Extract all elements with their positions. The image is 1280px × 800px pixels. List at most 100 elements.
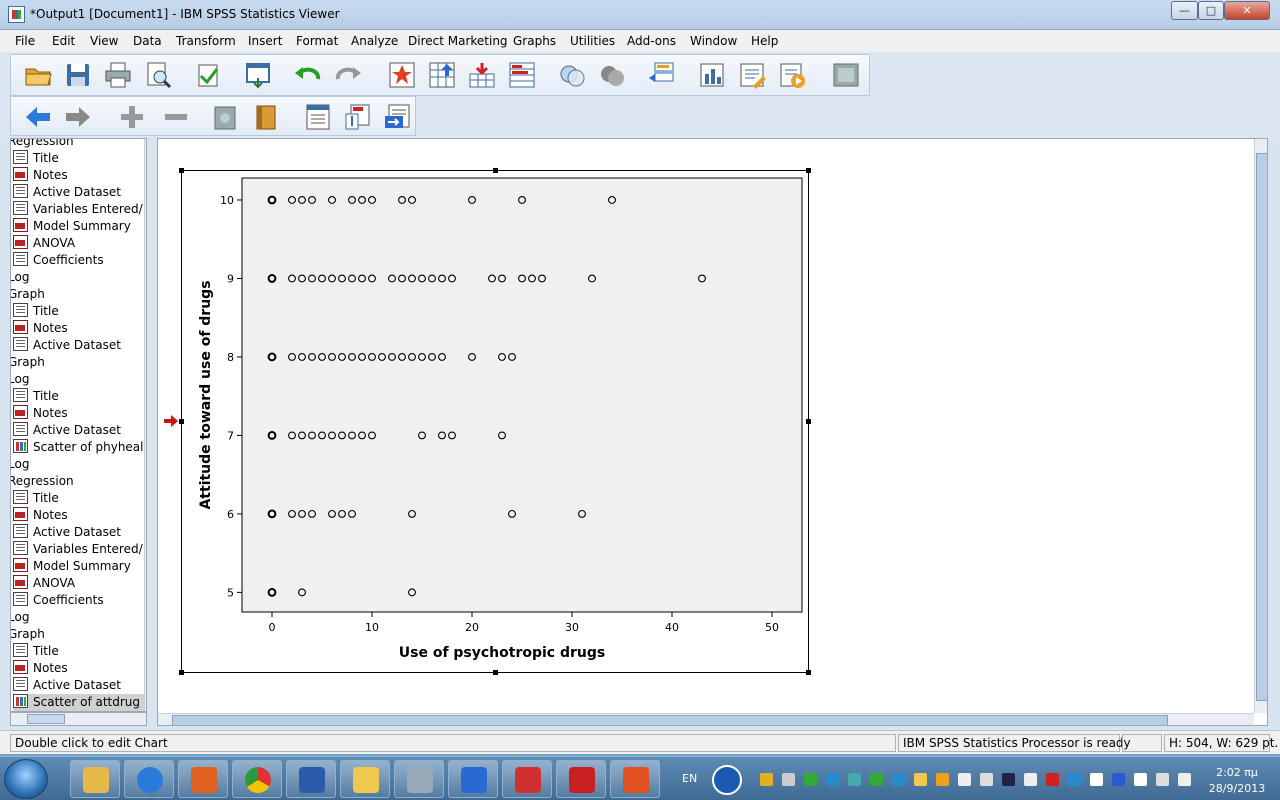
print-preview-icon[interactable] <box>143 60 173 90</box>
print-icon[interactable] <box>103 60 133 90</box>
output-spreadsheet-icon[interactable] <box>697 60 727 90</box>
taskbar-media[interactable] <box>178 760 228 798</box>
insert-text-icon[interactable] <box>383 102 413 132</box>
collapse-minus-icon[interactable] <box>161 102 191 132</box>
sync-icon[interactable] <box>804 773 817 786</box>
clock-time[interactable]: 2:02 πμ <box>1202 766 1272 779</box>
power-icon[interactable] <box>1156 773 1169 786</box>
outline-item[interactable]: Log <box>11 371 29 388</box>
taskbar-app[interactable] <box>502 760 552 798</box>
maximize-button[interactable]: □ <box>1198 1 1224 20</box>
outline-item[interactable]: Coefficients <box>13 592 104 609</box>
flag-icon[interactable] <box>958 773 971 786</box>
outline-pane[interactable]: Regression Title Notes Active Dataset Variab… <box>10 138 147 712</box>
forward-arrow-icon[interactable] <box>63 102 93 132</box>
outline-hscroll-thumb[interactable] <box>27 714 65 724</box>
redo-icon[interactable] <box>333 60 363 90</box>
menu-direct-marketing[interactable]: Direct Marketing <box>408 34 508 48</box>
outline-item[interactable]: Title <box>13 490 59 507</box>
outline-item[interactable]: Active Dataset <box>13 422 121 439</box>
start-button[interactable] <box>4 759 48 799</box>
menu-view[interactable]: View <box>90 34 118 48</box>
run-script-icon[interactable] <box>777 60 807 90</box>
taskbar-outlook[interactable] <box>340 760 390 798</box>
menu-transform[interactable]: Transform <box>176 34 236 48</box>
outline-item[interactable]: Title <box>13 303 59 320</box>
outline-item[interactable]: Log <box>11 609 29 626</box>
usb-icon[interactable] <box>980 773 993 786</box>
outline-item[interactable]: Active Dataset <box>13 524 121 541</box>
outline-item[interactable]: Graph <box>11 626 45 643</box>
back-arrow-icon[interactable] <box>23 102 53 132</box>
insert-cases-icon[interactable] <box>467 60 497 90</box>
help-icon[interactable] <box>712 765 742 795</box>
chart-object[interactable]: 0 10 20 30 40 50 5 6 7 8 9 10 Use of psychotropic … <box>179 168 811 675</box>
volume-icon[interactable] <box>1178 773 1191 786</box>
outline-item[interactable]: Model Summary <box>13 558 131 575</box>
outline-item[interactable]: Scatter of phyheal <box>13 439 144 456</box>
minimize-button[interactable]: — <box>1171 1 1198 20</box>
menu-help[interactable]: Help <box>751 34 778 48</box>
outline-item[interactable]: Notes <box>13 320 68 337</box>
messenger-icon[interactable] <box>936 773 949 786</box>
menu-format[interactable]: Format <box>296 34 338 48</box>
outline-item[interactable]: Scatter of attdrug p <box>13 694 146 711</box>
show-all-variables-icon[interactable] <box>597 60 627 90</box>
menu-insert[interactable]: Insert <box>248 34 282 48</box>
output-content-pane[interactable]: 0 10 20 30 40 50 5 6 7 8 9 10 Use of psychotropic … <box>157 138 1268 726</box>
cloud-icon[interactable] <box>848 773 861 786</box>
script-icon[interactable] <box>737 60 767 90</box>
outline-scroll-thumb[interactable] <box>146 469 147 701</box>
chart-tray-icon[interactable] <box>870 773 883 786</box>
taskbar-spss[interactable] <box>124 760 174 798</box>
outline-item[interactable]: Title <box>13 150 59 167</box>
globe-icon[interactable] <box>892 773 905 786</box>
hide-icon[interactable] <box>211 102 241 132</box>
outline-item[interactable]: Title <box>13 388 59 405</box>
menu-add-ons[interactable]: Add-ons <box>627 34 676 48</box>
outline-item[interactable]: Regression <box>11 473 74 490</box>
outline-item[interactable]: Notes <box>13 167 68 184</box>
expand-plus-icon[interactable] <box>117 102 147 132</box>
open-folder-icon[interactable] <box>23 60 53 90</box>
taskbar-beta[interactable] <box>394 760 444 798</box>
outline-item[interactable]: Log <box>11 456 29 473</box>
outline-item[interactable]: Notes <box>13 660 68 677</box>
undo-icon[interactable] <box>293 60 323 90</box>
monitor-icon[interactable] <box>1002 773 1015 786</box>
content-horizontal-scrollbar[interactable] <box>158 713 1254 725</box>
antivirus-icon[interactable] <box>1046 773 1059 786</box>
outline-item[interactable]: Active Dataset <box>13 184 121 201</box>
menu-utilities[interactable]: Utilities <box>570 34 615 48</box>
skype-icon[interactable] <box>1068 773 1081 786</box>
outline-item[interactable]: Regression <box>11 139 74 150</box>
shield-icon[interactable] <box>760 773 773 786</box>
outline-item[interactable]: ANOVA <box>13 575 75 592</box>
printer-icon[interactable] <box>782 773 795 786</box>
designate-window-icon[interactable] <box>647 60 677 90</box>
taskbar-explorer[interactable] <box>70 760 120 798</box>
outline-item[interactable]: Graph <box>11 354 45 371</box>
content-vertical-scrollbar[interactable] <box>1254 139 1267 713</box>
outline-item[interactable]: ANOVA <box>13 235 75 252</box>
mail-tray-icon[interactable] <box>914 773 927 786</box>
language-indicator[interactable]: EN <box>682 772 697 785</box>
outline-item[interactable]: Active Dataset <box>13 337 121 354</box>
taskbar-pdf[interactable] <box>556 760 606 798</box>
variables-icon[interactable] <box>507 60 537 90</box>
use-sets-icon[interactable] <box>557 60 587 90</box>
signal-icon[interactable] <box>1134 773 1147 786</box>
menu-data[interactable]: Data <box>133 34 162 48</box>
bluetooth-icon[interactable] <box>1112 773 1125 786</box>
outline-item[interactable]: Variables Entered/ <box>13 541 143 558</box>
close-button[interactable]: ✕ <box>1224 1 1270 20</box>
network-share-icon[interactable] <box>826 773 839 786</box>
taskbar-r[interactable] <box>448 760 498 798</box>
outline-vertical-scrollbar[interactable] <box>144 139 147 711</box>
taskbar-presentation[interactable] <box>610 760 660 798</box>
outline-item[interactable]: Active Dataset <box>13 677 121 694</box>
save-icon[interactable] <box>63 60 93 90</box>
outline-item[interactable]: Notes <box>13 507 68 524</box>
content-vscroll-thumb[interactable] <box>1256 153 1267 701</box>
show-book-icon[interactable] <box>251 102 281 132</box>
